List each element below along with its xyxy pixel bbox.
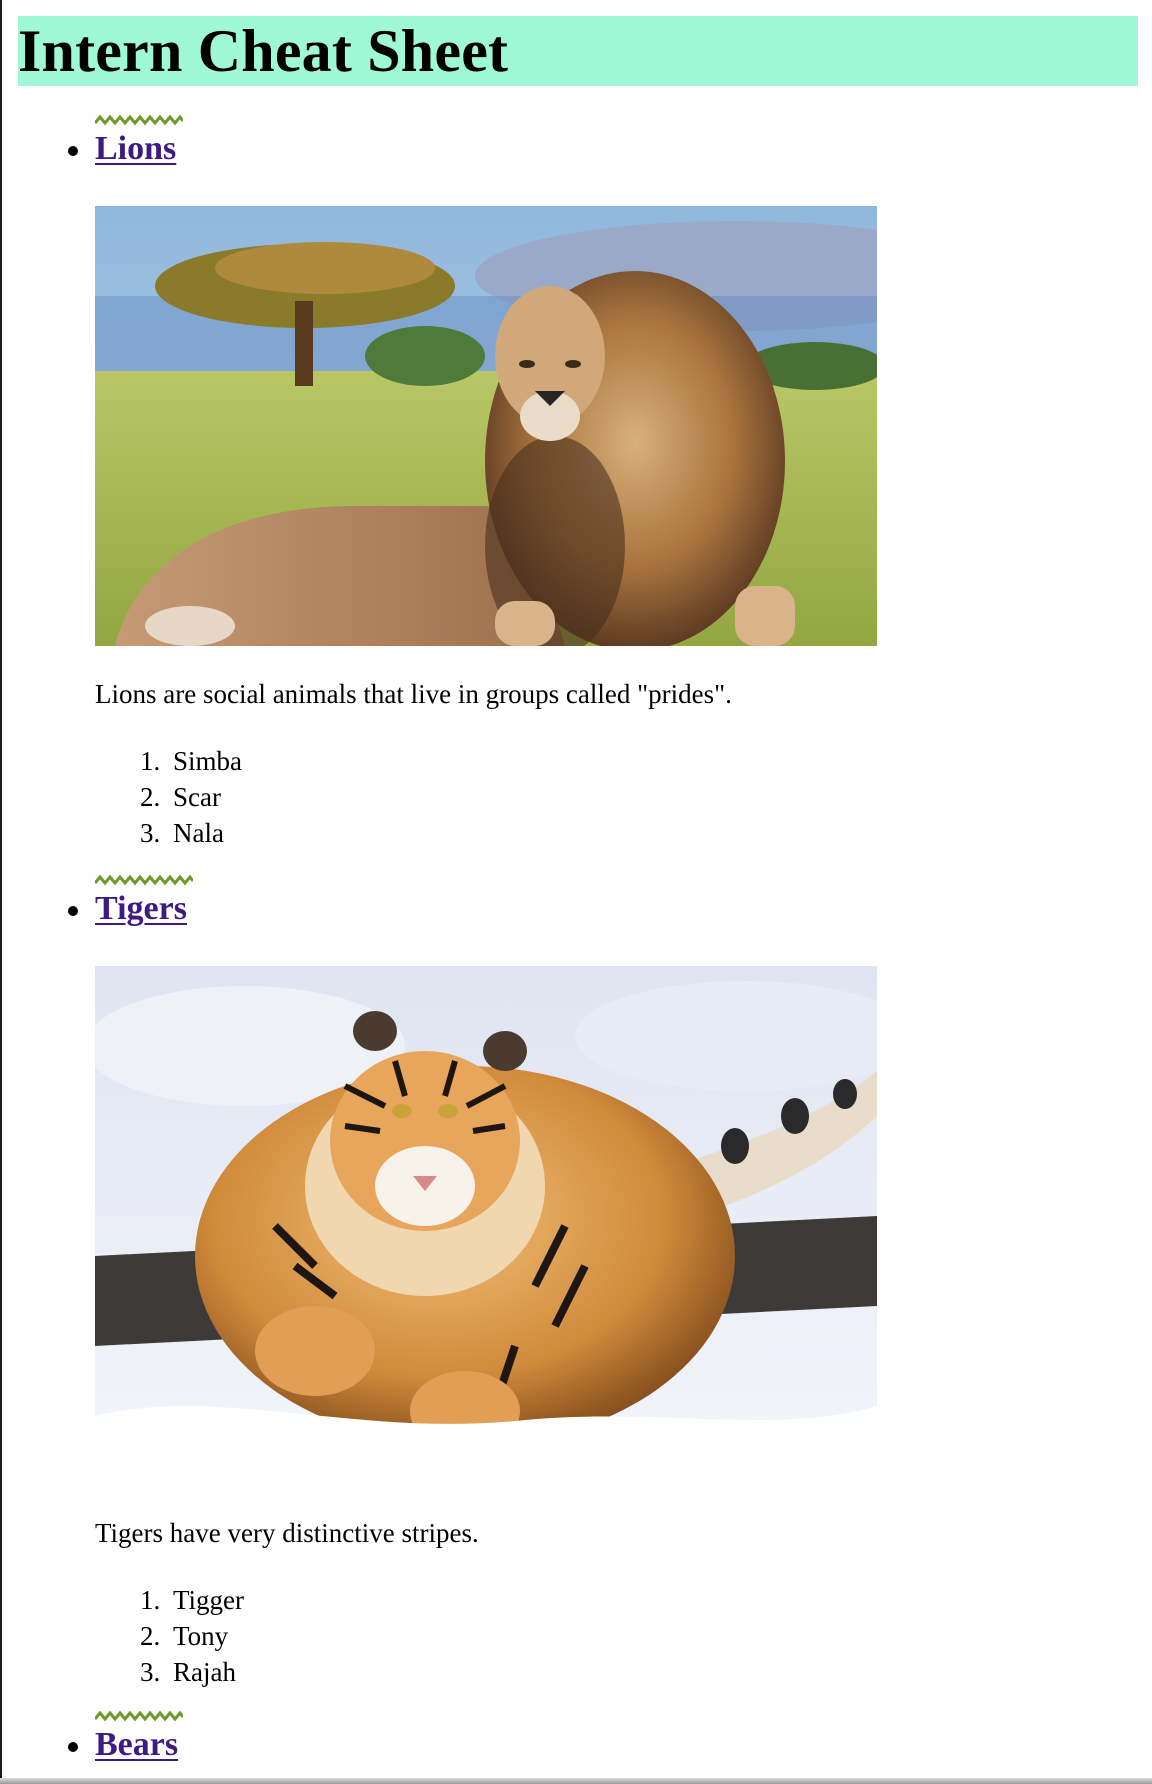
bullet-icon [68,146,78,156]
tiger-photo [95,966,877,1484]
list-item: 3. Rajah [140,1657,236,1687]
animal-link-lions[interactable]: Lions [95,129,176,169]
spelling-squiggle-icon [95,1710,183,1722]
bullet-icon [68,906,78,916]
page-title: Intern Cheat Sheet [18,18,509,84]
window-edge-bottom [0,1778,1152,1784]
animal-fact: Tigers have very distinctive stripes. [95,1518,479,1548]
spelling-squiggle-icon [95,874,193,886]
animal-link-tigers[interactable]: Tigers [95,889,187,929]
list-item: 1. Tigger [140,1585,245,1615]
list-item: 1. Simba [140,746,243,776]
spelling-squiggle-icon [95,114,183,126]
lion-photo [95,206,877,646]
animal-names-list: 1. Tigger 2. Tony 3. Rajah [140,1582,244,1690]
animal-fact: Lions are social animals that live in gr… [95,679,732,709]
page-header: Intern Cheat Sheet [18,16,1138,86]
list-item: 3. Nala [140,818,224,848]
animal-link-bears[interactable]: Bears [95,1725,178,1765]
bullet-icon [68,1742,78,1752]
animal-names-list: 1. Simba 2. Scar 3. Nala [140,743,242,851]
window-edge-left [0,0,2,1784]
list-item: 2. Scar [140,782,221,812]
list-item: 2. Tony [140,1621,229,1651]
